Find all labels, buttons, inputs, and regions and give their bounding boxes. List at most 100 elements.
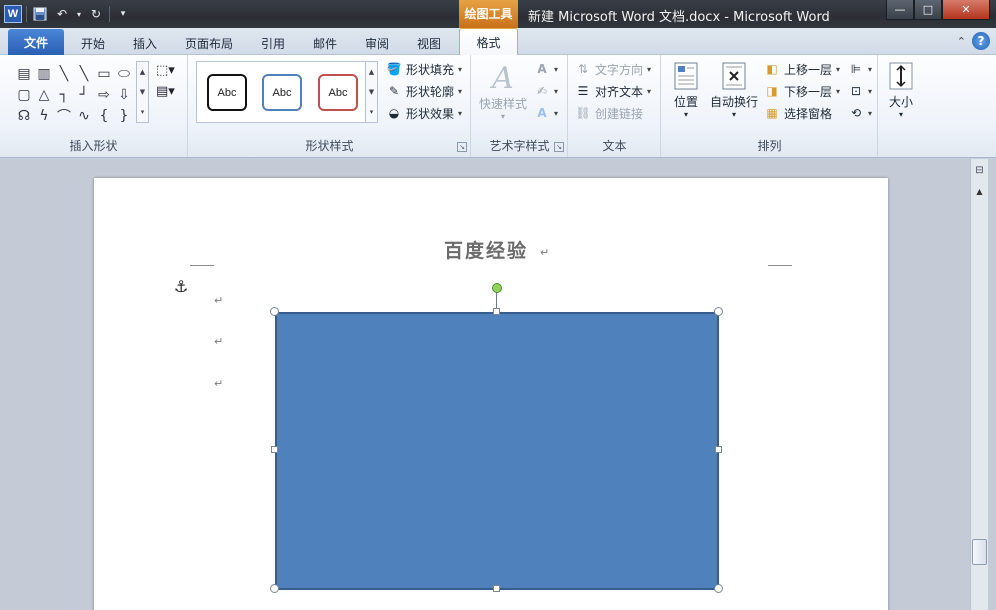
- link-icon: ⛓: [575, 106, 591, 120]
- dropdown-arrow-icon: ▾: [868, 64, 873, 74]
- curve-shape-icon[interactable]: ∿: [74, 105, 94, 126]
- shape-outline-button[interactable]: ✎ 形状轮廓 ▾: [386, 82, 462, 100]
- tab-file[interactable]: 文件: [8, 29, 64, 55]
- align-text-button[interactable]: ☰ 对齐文本 ▾: [575, 82, 651, 100]
- scroll-up-arrow-icon[interactable]: ▲: [973, 187, 986, 200]
- shape-style-blue[interactable]: Abc: [262, 74, 302, 111]
- anchor-icon[interactable]: ⚓: [174, 277, 188, 296]
- expand-gallery-icon[interactable]: ▾: [141, 108, 145, 116]
- customize-qat-icon[interactable]: ▾: [114, 5, 132, 23]
- quick-styles-button[interactable]: A 快速样式 ▾: [478, 61, 528, 122]
- elbow-connector-shape-icon[interactable]: ┐: [54, 84, 74, 105]
- oval-shape-icon[interactable]: ⬭: [114, 63, 134, 84]
- right-arrow-shape-icon[interactable]: ⇨: [94, 84, 114, 105]
- left-brace-shape-icon[interactable]: {: [94, 105, 114, 126]
- resize-handle-bottom-left[interactable]: [270, 584, 279, 593]
- maximize-button[interactable]: □: [914, 0, 942, 20]
- bring-forward-button[interactable]: ◧ 上移一层 ▾: [764, 60, 840, 78]
- elbow-arrow-connector-shape-icon[interactable]: ┘: [74, 84, 94, 105]
- rounded-rectangle-shape-icon[interactable]: ▢: [14, 84, 34, 105]
- redo-icon[interactable]: ↻: [87, 5, 105, 23]
- group-arrange: 位置 ▾ 自动换行 ▾ ◧ 上移一层 ▾ ◨ 下移一层 ▾ ▦ 选择窗格 ⊫ ▾…: [662, 55, 878, 157]
- undo-dropdown-icon[interactable]: ▾: [75, 5, 83, 23]
- shapes-gallery-scroll[interactable]: ▲ ▼ ▾: [136, 61, 149, 123]
- help-icon[interactable]: ?: [972, 32, 990, 50]
- dialog-launcher-icon[interactable]: ↘: [457, 142, 467, 152]
- minimize-button[interactable]: —: [886, 0, 914, 20]
- vertical-textbox-shape-icon[interactable]: ▥: [34, 63, 54, 84]
- dialog-launcher-icon[interactable]: ↘: [554, 142, 564, 152]
- text-direction-button[interactable]: ⇅ 文字方向 ▾: [575, 60, 651, 78]
- style-gallery-scroll[interactable]: ▲ ▼ ▾: [365, 61, 378, 123]
- wrap-text-button[interactable]: 自动换行 ▾: [708, 59, 760, 119]
- send-backward-button[interactable]: ◨ 下移一层 ▾: [764, 82, 840, 100]
- window-right-edge: [988, 159, 996, 610]
- tab-review[interactable]: 审阅: [356, 32, 398, 55]
- tab-view[interactable]: 视图: [408, 32, 450, 55]
- resize-handle-top-left[interactable]: [270, 307, 279, 316]
- tab-format[interactable]: 格式: [459, 28, 518, 56]
- draw-textbox-icon[interactable]: ▤▾: [156, 84, 175, 99]
- text-effects-button[interactable]: A ▾: [534, 104, 558, 122]
- shape-fill-button[interactable]: 🪣 形状填充 ▾: [386, 60, 463, 78]
- down-arrow-shape-icon[interactable]: ⇩: [114, 84, 134, 105]
- resize-handle-top-right[interactable]: [714, 307, 723, 316]
- resize-handle-top[interactable]: [493, 308, 500, 315]
- triangle-shape-icon[interactable]: △: [34, 84, 54, 105]
- textbox-shape-icon[interactable]: ▤: [14, 63, 34, 84]
- resize-handle-bottom[interactable]: [493, 585, 500, 592]
- tab-home[interactable]: 开始: [72, 32, 114, 55]
- lightning-shape-icon[interactable]: ϟ: [34, 105, 54, 126]
- tab-page-layout[interactable]: 页面布局: [178, 32, 240, 55]
- selection-pane-button[interactable]: ▦ 选择窗格: [764, 104, 840, 122]
- shape-style-red[interactable]: Abc: [318, 74, 358, 111]
- word-app-icon[interactable]: W: [4, 5, 22, 23]
- resize-handle-bottom-right[interactable]: [714, 584, 723, 593]
- arc-shape-icon[interactable]: ⌒: [54, 105, 74, 126]
- tab-mailings[interactable]: 邮件: [304, 32, 346, 55]
- line-shape-icon[interactable]: ╲: [54, 63, 74, 84]
- rotate-button[interactable]: ⟲ ▾: [848, 104, 872, 122]
- shape-style-black[interactable]: Abc: [207, 74, 247, 111]
- text-fill-button[interactable]: A ▾: [534, 60, 558, 78]
- close-button[interactable]: ✕: [942, 0, 990, 20]
- create-link-button[interactable]: ⛓ 创建链接: [575, 104, 651, 122]
- expand-gallery-icon[interactable]: ▾: [370, 108, 374, 116]
- line-shape-icon[interactable]: ╲: [74, 63, 94, 84]
- minimize-ribbon-icon[interactable]: ⌃: [957, 35, 966, 48]
- document-heading[interactable]: 百度经验: [444, 236, 528, 263]
- scroll-up-icon[interactable]: ▲: [140, 68, 145, 76]
- text-outline-button[interactable]: ✍ ▾: [534, 82, 558, 100]
- group-shape-styles: Abc Abc Abc ▲ ▼ ▾ 🪣 形状填充 ▾ ✎ 形状轮廓 ▾ ◒ 形状…: [189, 55, 471, 157]
- scroll-down-icon[interactable]: ▼: [369, 88, 374, 96]
- scrollbar-thumb[interactable]: [972, 539, 987, 565]
- edit-shape-icon[interactable]: ⬚▾: [156, 63, 175, 78]
- ruler-toggle-icon[interactable]: ⊟: [973, 165, 986, 183]
- resize-handle-right[interactable]: [715, 446, 722, 453]
- document-page[interactable]: 百度经验 ↵ ⚓ ↵ ↵ ↵: [94, 178, 888, 610]
- scroll-down-icon[interactable]: ▼: [140, 88, 145, 96]
- shape-effects-button[interactable]: ◒ 形状效果 ▾: [386, 104, 462, 122]
- rectangle-shape-icon[interactable]: ▭: [94, 63, 114, 84]
- group-label-arrange: 排列: [757, 139, 782, 153]
- tab-insert[interactable]: 插入: [124, 32, 166, 55]
- right-brace-shape-icon[interactable]: }: [114, 105, 134, 126]
- size-label: 大小: [888, 95, 913, 109]
- tab-references[interactable]: 引用: [252, 32, 294, 55]
- scroll-up-icon[interactable]: ▲: [369, 68, 374, 76]
- resize-handle-left[interactable]: [271, 446, 278, 453]
- size-button[interactable]: 大小 ▾: [885, 59, 917, 119]
- rotation-handle[interactable]: [492, 283, 502, 293]
- position-button[interactable]: 位置 ▾: [668, 59, 704, 119]
- selected-rectangle-shape[interactable]: [275, 312, 719, 590]
- group-label-wordart-styles: 艺术字样式: [489, 139, 550, 153]
- group-button[interactable]: ⊡ ▾: [848, 82, 872, 100]
- align-button[interactable]: ⊫ ▾: [848, 60, 872, 78]
- save-icon[interactable]: [31, 5, 49, 23]
- freeform-shape-icon[interactable]: ☊: [14, 105, 34, 126]
- quick-access-toolbar: W ↶ ▾ ↻ ▾: [4, 3, 132, 25]
- dropdown-arrow-icon: ▾: [458, 86, 463, 96]
- shape-edit-tools: ⬚▾ ▤▾: [156, 63, 175, 99]
- undo-icon[interactable]: ↶: [53, 5, 71, 23]
- vertical-scrollbar[interactable]: ⊟ ▲: [970, 159, 988, 610]
